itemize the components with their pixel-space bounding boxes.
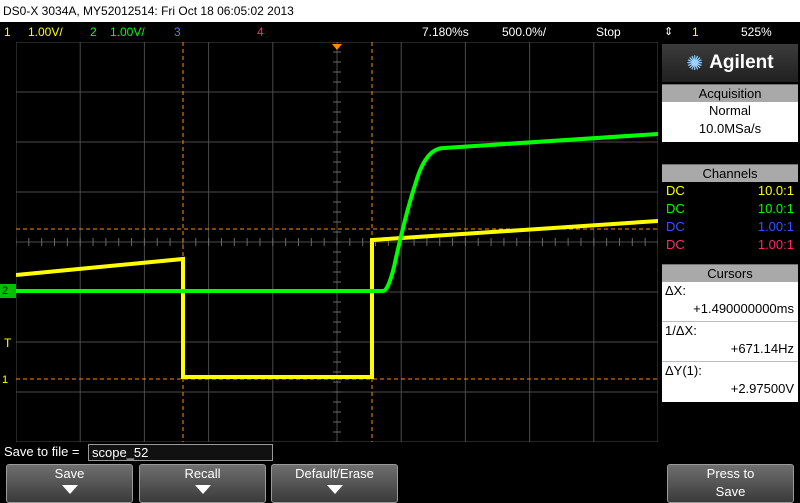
ch1-number[interactable]: 1 [4, 22, 11, 42]
recall-softkey-label: Recall [184, 466, 221, 481]
acquisition-header: Acquisition [662, 84, 798, 102]
sample-rate: 10.0MSa/s [698, 121, 762, 136]
trigger-level-marker[interactable]: T [4, 336, 11, 350]
grid [16, 42, 658, 442]
recall-softkey[interactable]: Recall [139, 464, 266, 503]
channels-box[interactable]: Channels DC 10.0:1 DC 10.0:1 DC 1.00:1 DC 1.00:… [662, 164, 798, 262]
trigger-edge-icon: ⇕ [664, 26, 674, 38]
ch2-ground-marker[interactable]: 2 [0, 284, 16, 298]
channel-row-3[interactable]: DC 1.00:1 [662, 218, 798, 236]
side-panel: ✺ Agilent Acquisition Normal 10.0MSa/s C… [658, 42, 800, 442]
default-erase-softkey-label: Default/Erase [295, 466, 374, 481]
channel-coupling: DC [666, 201, 685, 216]
horizontal-delay[interactable]: 7.180%s [422, 22, 469, 42]
brand-box: ✺ Agilent [662, 44, 798, 82]
save-to-file-bar: Save to file = scope_52 [0, 442, 800, 462]
channel-probe-ratio: 10.0:1 [757, 201, 794, 216]
press-to-save-softkey[interactable]: Press to Save [667, 464, 794, 503]
channel-coupling: DC [666, 183, 685, 198]
delta-x-label: ΔX: [665, 283, 686, 298]
channel-probe-ratio: 10.0:1 [757, 183, 794, 198]
ch3-number[interactable]: 3 [174, 22, 181, 42]
arrow-down-icon [326, 485, 343, 494]
delta-x-value: +1.490000000ms [693, 301, 794, 316]
acquisition-box[interactable]: Acquisition Normal 10.0MSa/s [662, 84, 798, 142]
ch1-ground-marker[interactable]: 1 [0, 373, 16, 387]
cursors-box[interactable]: Cursors ΔX: +1.490000000ms 1/ΔX: +671.14… [662, 264, 798, 404]
save-to-file-label: Save to file = [4, 444, 80, 459]
delta-y-label: ΔY(1): [665, 363, 702, 378]
delta-y-value: +2.97500V [730, 381, 794, 396]
delay-marker-icon [332, 44, 342, 50]
channel-coupling: DC [666, 237, 685, 252]
softkey-bar: Save Recall Default/Erase Press to Save [0, 462, 800, 503]
channel-row-2[interactable]: DC 10.0:1 [662, 200, 798, 218]
trigger-level[interactable]: 525% [741, 22, 772, 42]
inverse-delta-x-value: +671.14Hz [730, 341, 794, 356]
timebase[interactable]: 500.0%/ [502, 22, 546, 42]
inverse-delta-x-label: 1/ΔX: [665, 323, 697, 338]
press-to-label: Press to [706, 466, 755, 481]
channel-row-4[interactable]: DC 1.00:1 [662, 236, 798, 254]
arrow-down-icon [61, 485, 78, 494]
ch1-scale[interactable]: 1.00V/ [28, 22, 63, 42]
agilent-logo-icon: ✺ [686, 52, 704, 75]
run-state: Stop [596, 25, 621, 39]
waveform-graticule[interactable] [16, 42, 658, 442]
window-title: DS0-X 3034A, MY52012514: Fri Oct 18 06:0… [0, 0, 800, 22]
channels-header: Channels [662, 164, 798, 182]
default-erase-softkey[interactable]: Default/Erase [271, 464, 398, 503]
press-save-label: Save [715, 484, 746, 499]
channel-row-1[interactable]: DC 10.0:1 [662, 182, 798, 200]
acquisition-mode: Normal [709, 103, 751, 118]
ch2-number[interactable]: 2 [90, 22, 97, 42]
save-softkey[interactable]: Save [6, 464, 133, 503]
brand-name: Agilent [709, 52, 774, 73]
save-softkey-label: Save [54, 466, 85, 481]
arrow-down-icon [194, 485, 211, 494]
channel-probe-ratio: 1.00:1 [757, 219, 794, 234]
ch2-scale[interactable]: 1.00V/ [110, 22, 145, 42]
status-strip: 1 1.00V/ 2 1.00V/ 3 4 7.180%s 500.0%/ St… [0, 22, 800, 42]
ch4-number[interactable]: 4 [257, 22, 264, 42]
cursors-header: Cursors [662, 264, 798, 282]
channel-coupling: DC [666, 219, 685, 234]
filename-field[interactable]: scope_52 [88, 444, 273, 461]
trigger-source[interactable]: 1 [692, 22, 699, 42]
channel-probe-ratio: 1.00:1 [757, 237, 794, 252]
